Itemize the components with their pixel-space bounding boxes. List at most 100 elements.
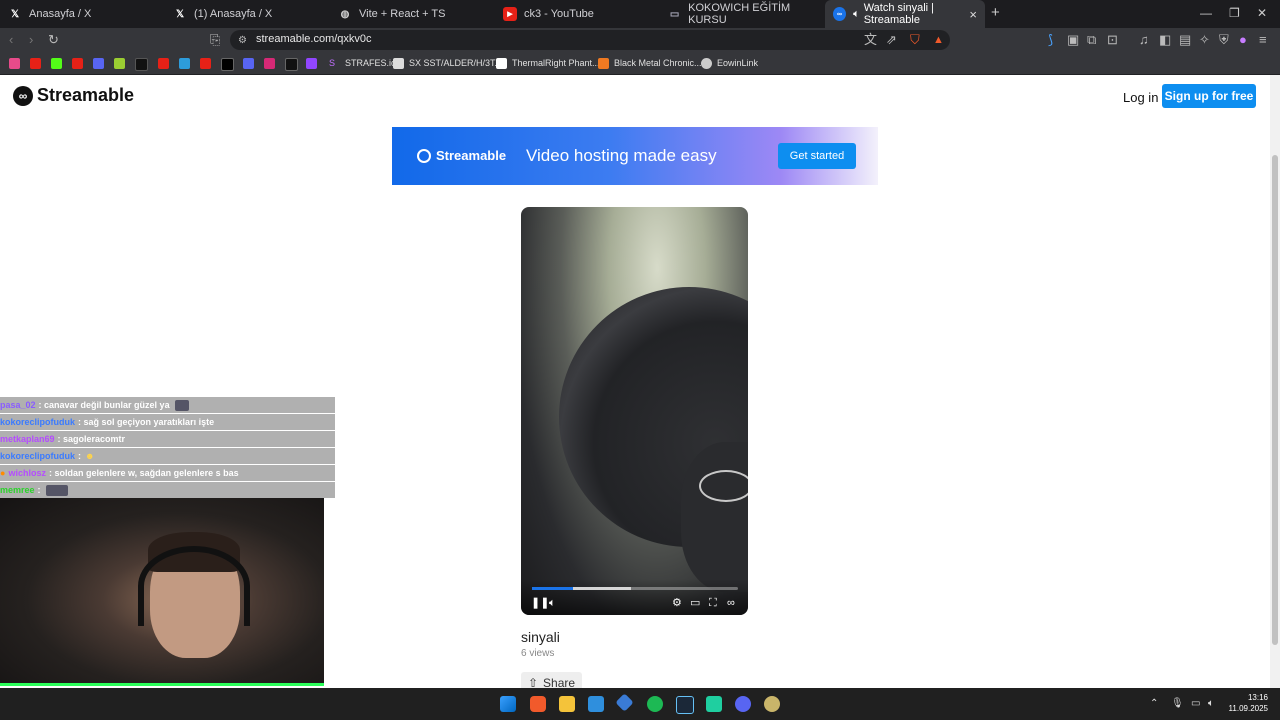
discord-icon[interactable] xyxy=(735,696,751,712)
volume-tray-icon[interactable]: 🔈︎ xyxy=(1208,698,1214,709)
netflix-icon[interactable] xyxy=(158,58,169,69)
app-icon-3[interactable] xyxy=(764,696,780,712)
video-controls: ❚❚ 🔈︎ ⚙ ▭ ⛶ ∞ xyxy=(521,579,748,615)
video-progress-bar[interactable] xyxy=(532,587,738,590)
video-title: sinyali xyxy=(521,629,560,645)
picture-in-picture-icon[interactable]: ▭ xyxy=(690,597,700,609)
bookmark-label: EowinLink xyxy=(717,58,759,68)
bookmark-sx-sst[interactable]: SX SST/ALDER/H/3T... xyxy=(393,55,502,71)
minimize-icon[interactable]: — xyxy=(1200,6,1212,20)
system-clock[interactable]: 13:16 11.09.2025 xyxy=(1228,692,1268,714)
reload-icon[interactable]: ↻ xyxy=(48,32,59,48)
bookmark-icon-5[interactable] xyxy=(93,58,104,69)
extensions-icon[interactable]: ⧉ xyxy=(1087,32,1096,48)
scrollbar-thumb[interactable] xyxy=(1272,155,1278,645)
settings-icon[interactable]: ⚙ xyxy=(672,597,682,609)
bookmark-icon-6[interactable] xyxy=(114,58,125,69)
app-icon[interactable] xyxy=(615,693,634,712)
kick-icon[interactable] xyxy=(51,58,62,69)
page-icon: ▭ xyxy=(669,8,680,20)
new-tab-icon[interactable]: + xyxy=(991,4,1000,21)
leo-icon[interactable]: ✧ xyxy=(1199,32,1210,48)
bookmark-icon-9[interactable] xyxy=(179,58,190,69)
back-icon[interactable]: ‹ xyxy=(9,32,13,48)
music-icon[interactable]: ♫ xyxy=(1139,32,1149,48)
pause-icon[interactable]: ❚❚ xyxy=(531,597,549,609)
volume-icon[interactable]: 🔈︎ xyxy=(549,597,556,609)
site-info-icon[interactable]: ⚙ xyxy=(238,33,247,49)
tab-kokowich[interactable]: ▭ KOKOWICH EĞİTİM KURSU xyxy=(660,0,823,28)
menu-icon[interactable]: ≡ xyxy=(1259,32,1267,48)
network-icon[interactable]: ▭ xyxy=(1191,698,1200,709)
page-scrollbar[interactable] xyxy=(1270,75,1280,688)
twitch-icon[interactable] xyxy=(306,58,317,69)
close-window-icon[interactable]: ✕ xyxy=(1257,6,1267,20)
badge-icon: ● xyxy=(0,468,6,478)
login-link[interactable]: Log in xyxy=(1123,90,1158,105)
file-explorer-icon[interactable] xyxy=(559,696,575,712)
audio-icon[interactable]: ⟆ xyxy=(1048,32,1053,48)
restore-icon[interactable]: ❐ xyxy=(1229,6,1240,20)
profile-icon[interactable]: ● xyxy=(1239,32,1247,48)
tab-title: Watch sinyali | Streamable xyxy=(863,2,935,26)
microphone-icon[interactable]: 🎙︎ xyxy=(1171,698,1184,709)
tiktok-icon[interactable] xyxy=(135,58,148,71)
address-bar[interactable]: ⚙ streamable.com/qxkv0c 文 ⇗ ⛉ ▲ xyxy=(230,30,950,50)
spotify-icon[interactable] xyxy=(647,696,663,712)
get-started-button[interactable]: Get started xyxy=(778,143,856,169)
signup-button[interactable]: Sign up for free xyxy=(1162,84,1256,108)
brave-browser-icon[interactable] xyxy=(530,696,546,712)
tab-vite-react[interactable]: ◍ Vite + React + TS xyxy=(330,0,493,28)
bookmark-icon-1[interactable] xyxy=(9,58,20,69)
sidebar-icon[interactable]: ◧ xyxy=(1159,32,1171,48)
wheel-hub xyxy=(681,442,748,592)
bookmarks-bar: S STRAFES.io SX SST/ALDER/H/3T... Therma… xyxy=(0,52,1280,75)
streamable-icon: ∞ xyxy=(833,7,847,21)
promo-banner[interactable]: Streamable Video hosting made easy Get s… xyxy=(392,127,878,185)
youtube-bookmark-icon[interactable] xyxy=(30,58,41,69)
translate-icon[interactable]: 文 xyxy=(864,32,877,48)
close-tab-icon[interactable]: × xyxy=(969,7,977,22)
bookmark-strafes[interactable]: S STRAFES.io xyxy=(329,55,396,71)
x-logo-icon: 𝕏 xyxy=(175,8,185,20)
photos-icon[interactable] xyxy=(588,696,604,712)
bookmark-thermalright[interactable]: ThermalRight Phant... xyxy=(496,55,600,71)
tab-streamable[interactable]: ∞ 🔈︎ Watch sinyali | Streamable × xyxy=(825,0,985,28)
brave-shield-icon[interactable]: ⛉ xyxy=(910,32,920,48)
share-button[interactable]: ⇧ Share xyxy=(521,672,582,688)
url-text: streamable.com/qxkv0c xyxy=(256,33,372,45)
tab-anasayfa-x[interactable]: 𝕏 Anasayfa / X xyxy=(0,0,163,28)
played-bar xyxy=(532,587,574,590)
screenshot-icon[interactable]: ⊡ xyxy=(1107,32,1118,48)
kr-icon[interactable] xyxy=(285,58,298,71)
bookmark-eowinlink[interactable]: EowinLink xyxy=(701,55,758,71)
brave-rewards-icon[interactable]: ▲ xyxy=(933,32,944,48)
chat-message: metkaplan69 : sagoleracomtr xyxy=(0,431,335,447)
tab-title: KOKOWICH EĞİTİM KURSU xyxy=(688,2,791,26)
streamable-logo-icon[interactable]: ∞ xyxy=(727,597,735,609)
bookmark-black-metal[interactable]: Black Metal Chronic... xyxy=(598,55,702,71)
youtube-bookmark-icon[interactable] xyxy=(200,58,211,69)
forward-icon[interactable]: › xyxy=(29,32,33,48)
fullscreen-icon[interactable]: ⛶ xyxy=(709,597,717,609)
steam-icon[interactable] xyxy=(676,696,694,714)
extension-1-icon[interactable]: ▣ xyxy=(1067,32,1079,48)
chat-username: wichlosz xyxy=(8,468,46,478)
app-icon-2[interactable] xyxy=(706,696,722,712)
tab-anasayfa-x-2[interactable]: 𝕏 (1) Anasayfa / X xyxy=(165,0,328,28)
vpn-icon[interactable]: ⛨ xyxy=(1219,32,1229,48)
windows-start-icon[interactable] xyxy=(500,696,516,712)
video-player[interactable]: ❚❚ 🔈︎ ⚙ ▭ ⛶ ∞ xyxy=(521,207,748,615)
instagram-icon[interactable] xyxy=(264,58,275,69)
tab-youtube[interactable]: ▶ ck3 - YouTube xyxy=(495,0,658,28)
chat-message: kokoreclipofuduk : sağ sol geçiyon yarat… xyxy=(0,414,335,430)
youtube-bookmark-icon[interactable] xyxy=(72,58,83,69)
wallet-icon[interactable]: ▤ xyxy=(1179,32,1191,48)
bookmark-icon[interactable]: ⎘ xyxy=(210,32,220,48)
share-page-icon[interactable]: ⇗ xyxy=(886,32,897,48)
x-bookmark-icon[interactable] xyxy=(221,58,234,71)
chevron-up-icon[interactable]: ⌃ xyxy=(1150,698,1158,709)
streamable-logo[interactable]: ∞ Streamable xyxy=(13,85,134,106)
discord-icon[interactable] xyxy=(243,58,254,69)
tab-title: (1) Anasayfa / X xyxy=(194,8,273,20)
